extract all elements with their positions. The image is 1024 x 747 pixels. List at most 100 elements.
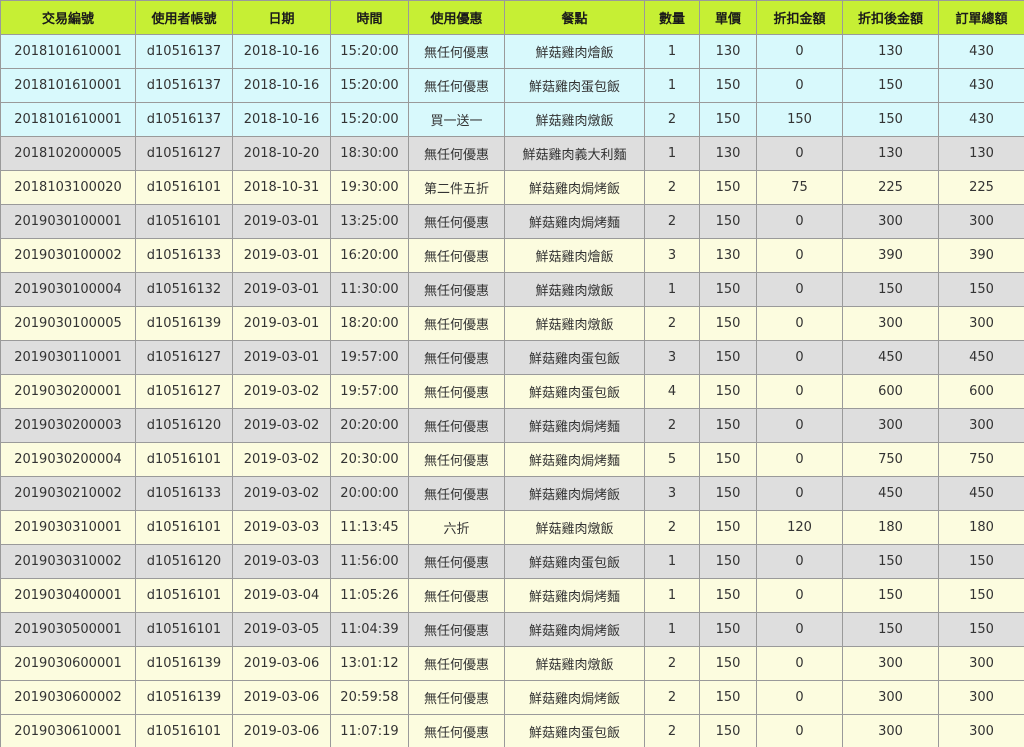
table-row[interactable]: 2018101610001 d10516137 2018-10-16 15:20:00… (0, 102, 1024, 137)
header-user-account[interactable]: 使用者帳號 (135, 0, 233, 35)
user-account-cell: d10516133 (135, 476, 233, 511)
transaction-id-cell: 2019030400001 (0, 578, 136, 613)
header-discounted-amount[interactable]: 折扣後金額 (842, 0, 939, 35)
header-time[interactable]: 時間 (330, 0, 409, 35)
table-row[interactable]: 2019030310002 d10516120 2019-03-03 11:56:00… (0, 544, 1024, 579)
unit-price-cell: 130 (699, 238, 757, 273)
discount-amount-cell: 0 (756, 68, 843, 103)
unit-price-cell: 150 (699, 374, 757, 409)
table-row[interactable]: 2019030110001 d10516127 2019-03-01 19:57:00… (0, 340, 1024, 375)
transaction-id-cell: 2019030210002 (0, 476, 136, 511)
table-row[interactable]: 2019030600002 d10516139 2019-03-06 20:59:58… (0, 680, 1024, 715)
promotion-cell: 買一送一 (408, 102, 505, 137)
order-total-cell: 600 (938, 374, 1024, 409)
header-meal[interactable]: 餐點 (504, 0, 645, 35)
transaction-id-cell: 2019030100002 (0, 238, 136, 273)
date-cell: 2019-03-02 (232, 408, 331, 443)
order-total-cell: 300 (938, 714, 1024, 747)
discounted-amount-cell: 130 (842, 136, 939, 171)
table-row[interactable]: 2018102000005 d10516127 2018-10-20 18:30:00… (0, 136, 1024, 171)
order-total-cell: 300 (938, 306, 1024, 341)
transaction-id-cell: 2019030600002 (0, 680, 136, 715)
promotion-cell: 無任何優惠 (408, 680, 505, 715)
date-cell: 2019-03-01 (232, 340, 331, 375)
discounted-amount-cell: 150 (842, 68, 939, 103)
meal-cell: 鮮菇雞肉蛋包飯 (504, 340, 645, 375)
header-date[interactable]: 日期 (232, 0, 331, 35)
table-row[interactable]: 2018101610001 d10516137 2018-10-16 15:20:00… (0, 68, 1024, 103)
header-quantity[interactable]: 數量 (644, 0, 700, 35)
user-account-cell: d10516127 (135, 374, 233, 409)
meal-cell: 鮮菇雞肉焗烤麵 (504, 204, 645, 239)
time-cell: 11:05:26 (330, 578, 409, 613)
date-cell: 2019-03-06 (232, 714, 331, 747)
table-row[interactable]: 2019030210002 d10516133 2019-03-02 20:00:00… (0, 476, 1024, 511)
table-row[interactable]: 2019030400001 d10516101 2019-03-04 11:05:26… (0, 578, 1024, 613)
table-row[interactable]: 2019030200001 d10516127 2019-03-02 19:57:00… (0, 374, 1024, 409)
meal-cell: 鮮菇雞肉燉飯 (504, 102, 645, 137)
unit-price-cell: 150 (699, 272, 757, 307)
unit-price-cell: 150 (699, 476, 757, 511)
discounted-amount-cell: 600 (842, 374, 939, 409)
order-total-cell: 150 (938, 272, 1024, 307)
time-cell: 20:00:00 (330, 476, 409, 511)
discount-amount-cell: 0 (756, 272, 843, 307)
date-cell: 2019-03-02 (232, 476, 331, 511)
discount-amount-cell: 0 (756, 646, 843, 681)
table-body: 2018101610001 d10516137 2018-10-16 15:20:00… (0, 34, 1024, 747)
orders-table: 交易編號 使用者帳號 日期 時間 使用優惠 餐點 數量 單價 折扣金額 折扣後金… (0, 0, 1024, 747)
promotion-cell: 無任何優惠 (408, 544, 505, 579)
discount-amount-cell: 75 (756, 170, 843, 205)
table-row[interactable]: 2019030200004 d10516101 2019-03-02 20:30:00… (0, 442, 1024, 477)
table-row[interactable]: 2019030600001 d10516139 2019-03-06 13:01:12… (0, 646, 1024, 681)
user-account-cell: d10516139 (135, 646, 233, 681)
discounted-amount-cell: 300 (842, 204, 939, 239)
quantity-cell: 3 (644, 340, 700, 375)
header-unit-price[interactable]: 單價 (699, 0, 757, 35)
header-discount-amount[interactable]: 折扣金額 (756, 0, 843, 35)
time-cell: 18:20:00 (330, 306, 409, 341)
promotion-cell: 無任何優惠 (408, 136, 505, 171)
quantity-cell: 1 (644, 68, 700, 103)
order-total-cell: 750 (938, 442, 1024, 477)
transaction-id-cell: 2018101610001 (0, 34, 136, 69)
header-promotion[interactable]: 使用優惠 (408, 0, 505, 35)
user-account-cell: d10516101 (135, 442, 233, 477)
promotion-cell: 無任何優惠 (408, 646, 505, 681)
discount-amount-cell: 0 (756, 476, 843, 511)
time-cell: 11:13:45 (330, 510, 409, 545)
table-row[interactable]: 2018103100020 d10516101 2018-10-31 19:30:00… (0, 170, 1024, 205)
table-row[interactable]: 2018101610001 d10516137 2018-10-16 15:20:00… (0, 34, 1024, 69)
user-account-cell: d10516101 (135, 714, 233, 747)
header-order-total[interactable]: 訂單總額 (938, 0, 1024, 35)
unit-price-cell: 150 (699, 578, 757, 613)
user-account-cell: d10516101 (135, 170, 233, 205)
table-row[interactable]: 2019030610001 d10516101 2019-03-06 11:07:19… (0, 714, 1024, 747)
user-account-cell: d10516133 (135, 238, 233, 273)
time-cell: 19:57:00 (330, 374, 409, 409)
promotion-cell: 無任何優惠 (408, 34, 505, 69)
time-cell: 15:20:00 (330, 68, 409, 103)
time-cell: 13:25:00 (330, 204, 409, 239)
order-total-cell: 300 (938, 680, 1024, 715)
time-cell: 16:20:00 (330, 238, 409, 273)
table-row[interactable]: 2019030100001 d10516101 2019-03-01 13:25:00… (0, 204, 1024, 239)
time-cell: 11:04:39 (330, 612, 409, 647)
discounted-amount-cell: 750 (842, 442, 939, 477)
date-cell: 2019-03-02 (232, 442, 331, 477)
quantity-cell: 1 (644, 136, 700, 171)
table-row[interactable]: 2019030100005 d10516139 2019-03-01 18:20:00… (0, 306, 1024, 341)
meal-cell: 鮮菇雞肉燉飯 (504, 510, 645, 545)
header-transaction-id[interactable]: 交易編號 (0, 0, 136, 35)
user-account-cell: d10516127 (135, 340, 233, 375)
table-row[interactable]: 2019030500001 d10516101 2019-03-05 11:04:39… (0, 612, 1024, 647)
table-row[interactable]: 2019030310001 d10516101 2019-03-03 11:13:45… (0, 510, 1024, 545)
date-cell: 2019-03-02 (232, 374, 331, 409)
discounted-amount-cell: 150 (842, 272, 939, 307)
date-cell: 2019-03-06 (232, 680, 331, 715)
date-cell: 2019-03-01 (232, 204, 331, 239)
table-row[interactable]: 2019030200003 d10516120 2019-03-02 20:20:00… (0, 408, 1024, 443)
discount-amount-cell: 0 (756, 306, 843, 341)
table-row[interactable]: 2019030100004 d10516132 2019-03-01 11:30:00… (0, 272, 1024, 307)
table-row[interactable]: 2019030100002 d10516133 2019-03-01 16:20:00… (0, 238, 1024, 273)
